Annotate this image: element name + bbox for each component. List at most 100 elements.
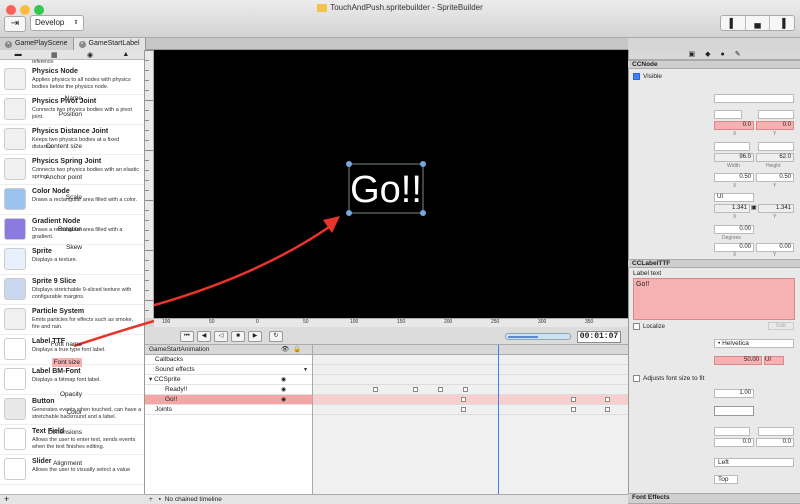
properties-tab-icon[interactable]: ▣ bbox=[688, 50, 695, 59]
prop-opacity: Opacity bbox=[59, 391, 82, 398]
physics-tab-icon[interactable]: ● bbox=[720, 50, 724, 59]
dimensions-y-field[interactable]: 0.0 bbox=[756, 438, 794, 447]
keyframe[interactable] bbox=[413, 387, 418, 392]
play-icon[interactable]: ▶ bbox=[248, 331, 262, 342]
opacity-field[interactable]: 1.00 bbox=[714, 389, 754, 398]
add-icon[interactable]: + bbox=[145, 496, 153, 503]
localize-checkbox[interactable]: Localize bbox=[633, 323, 665, 330]
vertical-alignment-select[interactable]: Top bbox=[714, 475, 738, 484]
warnings-tab-icon[interactable]: ▲ bbox=[122, 51, 129, 58]
folder-tab-icon[interactable]: ▬ bbox=[15, 51, 22, 58]
dimensions-unit-select-x[interactable] bbox=[714, 427, 750, 436]
eye-icon[interactable]: ◉ bbox=[281, 375, 286, 385]
horizontal-alignment-select[interactable]: Left bbox=[714, 458, 794, 467]
close-tab-icon[interactable]: × bbox=[5, 40, 12, 48]
nodes-tab-icon[interactable]: ◉ bbox=[87, 51, 93, 59]
name-field[interactable] bbox=[714, 94, 794, 103]
templates-tab-icon[interactable]: ✎ bbox=[735, 50, 741, 59]
window-title: TouchAndPush.spritebuilder - SpriteBuild… bbox=[0, 3, 800, 12]
ruler-tick bbox=[145, 70, 149, 71]
content-size-unit-select-y[interactable] bbox=[758, 142, 794, 151]
skew-x-field[interactable]: 0.00 bbox=[714, 243, 754, 252]
close-tab-icon[interactable]: × bbox=[78, 40, 86, 48]
font-size-unit-select[interactable]: UI bbox=[764, 356, 784, 365]
keyframe[interactable] bbox=[461, 397, 466, 402]
font-size-field[interactable]: 50.00 bbox=[714, 356, 762, 365]
position-unit-select[interactable] bbox=[758, 110, 794, 119]
step-back-icon[interactable]: ◀ bbox=[197, 331, 211, 342]
keyframe[interactable] bbox=[571, 407, 576, 412]
x-caption: X bbox=[733, 131, 737, 137]
library-item[interactable]: Physics Node Applies physics to all nodes… bbox=[0, 65, 144, 95]
visible-checkbox[interactable]: Visible bbox=[633, 73, 662, 80]
toggle-left-panel-icon[interactable]: ▌ bbox=[721, 16, 746, 30]
lock-icon[interactable]: ▣ bbox=[751, 204, 757, 211]
resize-handle[interactable] bbox=[420, 161, 426, 167]
skew-y-field[interactable]: 0.00 bbox=[756, 243, 794, 252]
scale-x-field[interactable]: 1.341 bbox=[714, 204, 750, 213]
checkbox[interactable] bbox=[633, 323, 640, 330]
position-type-select[interactable] bbox=[714, 110, 742, 119]
label-text-area[interactable]: Go!! bbox=[633, 278, 795, 320]
checkbox-checked[interactable] bbox=[633, 73, 640, 80]
track-ccsprite[interactable]: ▾ CCSprite ◉ bbox=[145, 375, 312, 385]
resize-handle[interactable] bbox=[346, 161, 352, 167]
label-bmfont-icon bbox=[4, 368, 26, 390]
eye-icon: 👁 bbox=[281, 346, 290, 353]
timeline-zoom-slider[interactable] bbox=[505, 333, 571, 340]
content-size-unit-select-x[interactable] bbox=[714, 142, 750, 151]
grid-tab-icon[interactable]: ▦ bbox=[51, 51, 58, 59]
keyframe[interactable] bbox=[605, 407, 610, 412]
keyframe[interactable] bbox=[605, 397, 610, 402]
color-well[interactable] bbox=[714, 406, 754, 416]
tab-gamestartlabel[interactable]: × GameStartLabel bbox=[73, 38, 146, 50]
section-ccnode[interactable]: CCNode bbox=[628, 60, 800, 69]
toggle-right-panel-icon[interactable]: ▐ bbox=[770, 16, 794, 30]
keyframe[interactable] bbox=[571, 397, 576, 402]
section-cclabelttf[interactable]: CCLabelTTF bbox=[628, 259, 800, 268]
checkbox[interactable] bbox=[633, 375, 640, 382]
anchor-y-field[interactable]: 0.50 bbox=[756, 173, 794, 182]
canvas-label[interactable]: Go!! bbox=[350, 169, 422, 211]
stop-icon[interactable]: ■ bbox=[231, 331, 245, 342]
prop-alignment: Alignment bbox=[53, 460, 82, 467]
prop-position: Position bbox=[58, 111, 82, 118]
keyframe-row bbox=[313, 355, 628, 365]
stage-canvas[interactable]: Go!! bbox=[81, 50, 628, 325]
rotation-field[interactable]: 0.00 bbox=[714, 225, 754, 234]
dimensions-unit-select-y[interactable] bbox=[758, 427, 794, 436]
add-icon[interactable]: + bbox=[4, 494, 9, 504]
content-width-field[interactable]: 96.0 bbox=[714, 153, 754, 162]
font-name-select[interactable]: • Helvetica bbox=[714, 339, 794, 348]
dimensions-x-field[interactable]: 0.0 bbox=[714, 438, 754, 447]
timeline-keyframes[interactable] bbox=[313, 345, 628, 494]
position-y-field[interactable]: 0.0 bbox=[756, 121, 794, 130]
chained-timeline-select[interactable]: No chained timeline bbox=[163, 496, 222, 503]
adjusts-font-checkbox[interactable]: Adjusts font size to fit bbox=[633, 375, 704, 382]
tab-gameplayscene[interactable]: × GamePlayScene bbox=[0, 38, 74, 50]
publish-button[interactable]: ⇥ bbox=[4, 16, 26, 32]
playhead[interactable] bbox=[498, 345, 499, 494]
disclosure-icon[interactable]: ▾ bbox=[149, 376, 152, 383]
ruler-tick bbox=[145, 260, 149, 261]
content-height-field[interactable]: 62.0 bbox=[756, 153, 794, 162]
keyframe[interactable] bbox=[438, 387, 443, 392]
section-font-effects[interactable]: Font Effects bbox=[628, 493, 800, 504]
eye-icon[interactable]: ◉ bbox=[281, 385, 286, 395]
keyframe[interactable] bbox=[461, 407, 466, 412]
scheme-select[interactable]: Develop ⇕ bbox=[30, 15, 84, 31]
keyframe[interactable] bbox=[373, 387, 378, 392]
position-x-field[interactable]: 0.0 bbox=[714, 121, 754, 130]
scale-type-select[interactable]: UI bbox=[714, 193, 754, 202]
scale-y-field[interactable]: 1.341 bbox=[758, 204, 794, 213]
keyframe[interactable] bbox=[463, 387, 468, 392]
go-to-start-icon[interactable]: ⏮ bbox=[180, 331, 194, 342]
toggle-bottom-panel-icon[interactable]: ▄ bbox=[746, 16, 771, 30]
play-reverse-icon[interactable]: ◁ bbox=[214, 331, 228, 342]
anchor-x-field[interactable]: 0.50 bbox=[714, 173, 754, 182]
loop-icon[interactable]: ↻ bbox=[269, 331, 283, 342]
edit-button[interactable]: Edit bbox=[768, 322, 794, 330]
timecode-display[interactable]: 00:01:07 bbox=[577, 331, 621, 343]
code-connections-tab-icon[interactable]: ◆ bbox=[705, 50, 710, 59]
eye-icon[interactable]: ◉ bbox=[281, 395, 286, 405]
